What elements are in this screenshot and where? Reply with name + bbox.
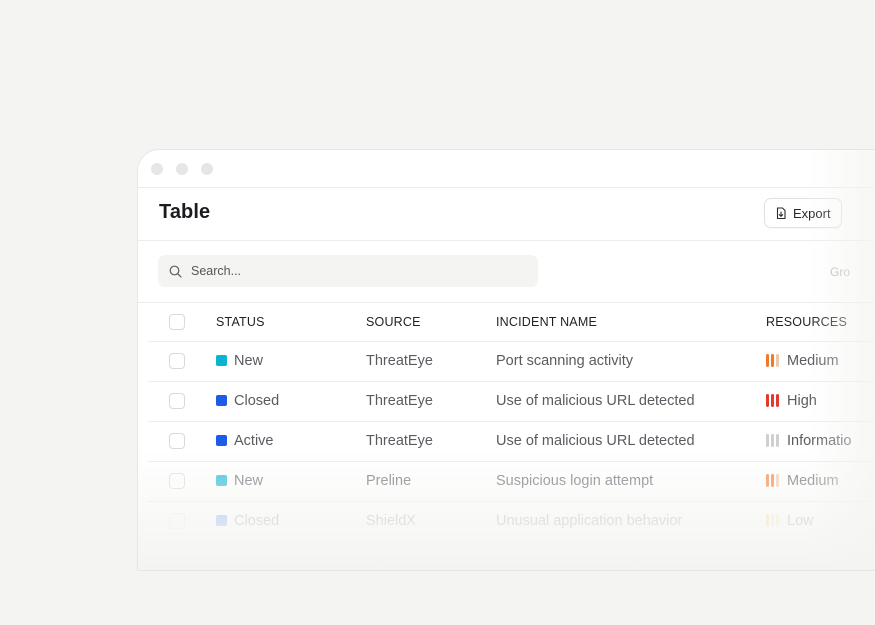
incident-name-cell: Use of malicious URL detected: [496, 393, 695, 409]
incident-name-cell: Suspicious login attempt: [496, 473, 654, 489]
column-header-source[interactable]: SOURCE: [366, 315, 421, 329]
status-indicator: [216, 395, 227, 406]
status-indicator: [216, 435, 227, 446]
incident-name-cell: Port scanning activity: [496, 353, 634, 369]
incident-name-cell: Unusual application behavior: [496, 513, 683, 529]
page-header: Table Export: [138, 188, 875, 241]
source-cell: Preline: [366, 473, 412, 489]
status-cell: New: [216, 353, 263, 369]
severity-bars-icon: [766, 434, 781, 451]
group-by-control[interactable]: Gro: [830, 265, 850, 279]
incident-name-cell: Use of malicious URL detected: [496, 433, 695, 449]
resources-cell: Medium: [766, 473, 839, 491]
export-button[interactable]: Export: [764, 198, 842, 228]
severity-label: High: [787, 393, 817, 409]
table-toolbar: Gro: [138, 241, 875, 303]
severity-label: Low: [787, 513, 814, 529]
table-header-row: STATUS SOURCE INCIDENT NAME RESOURCES: [148, 303, 875, 342]
status-indicator: [216, 475, 227, 486]
status-label: New: [234, 473, 264, 489]
column-header-incident-name[interactable]: INCIDENT NAME: [496, 315, 597, 329]
page-title: Table: [159, 201, 211, 223]
status-label: Active: [234, 433, 274, 449]
table-row[interactable]: Closed ShieldX Unusual application behav…: [148, 502, 875, 542]
table-row[interactable]: New ThreatEye Port scanning activity Med…: [148, 342, 875, 382]
row-checkbox[interactable]: [169, 513, 185, 529]
column-header-resources[interactable]: RESOURCES: [766, 315, 847, 329]
resources-cell: High: [766, 393, 817, 411]
source-cell: ThreatEye: [366, 393, 433, 409]
row-checkbox[interactable]: [169, 433, 185, 449]
status-cell: Active: [216, 433, 274, 449]
column-header-status[interactable]: STATUS: [216, 315, 265, 329]
table-row[interactable]: Closed ThreatEye Use of malicious URL de…: [148, 382, 875, 422]
export-label: Export: [793, 205, 831, 221]
status-label: Closed: [234, 513, 280, 529]
window-control-dot[interactable]: [201, 163, 213, 175]
app-window: Table Export Gro STATUS SOURCE INCIDENT …: [137, 149, 875, 571]
severity-label: Informatio: [787, 433, 852, 449]
severity-label: Medium: [787, 473, 839, 489]
resources-cell: Informatio: [766, 433, 851, 451]
severity-bars-icon: [766, 354, 781, 371]
status-label: New: [234, 353, 264, 369]
status-label: Closed: [234, 393, 280, 409]
severity-bars-icon: [766, 514, 781, 531]
status-cell: Closed: [216, 513, 279, 529]
search-box[interactable]: [158, 255, 538, 287]
resources-cell: Medium: [766, 353, 839, 371]
severity-label: Medium: [787, 353, 839, 369]
select-all-checkbox[interactable]: [169, 314, 185, 330]
row-checkbox[interactable]: [169, 393, 185, 409]
window-control-dot[interactable]: [151, 163, 163, 175]
source-cell: ThreatEye: [366, 353, 433, 369]
source-cell: ThreatEye: [366, 433, 433, 449]
source-cell: ShieldX: [366, 513, 416, 529]
table-row[interactable]: New Preline Suspicious login attempt Med…: [148, 462, 875, 502]
severity-bars-icon: [766, 394, 781, 411]
status-indicator: [216, 515, 227, 526]
search-icon: [169, 265, 182, 278]
row-checkbox[interactable]: [169, 473, 185, 489]
file-export-icon: [776, 206, 786, 219]
window-control-dot[interactable]: [176, 163, 188, 175]
status-indicator: [216, 355, 227, 366]
table-row[interactable]: Active ThreatEye Use of malicious URL de…: [148, 422, 875, 462]
resources-cell: Low: [766, 513, 814, 531]
severity-bars-icon: [766, 474, 781, 491]
search-input[interactable]: [191, 264, 491, 278]
status-cell: New: [216, 473, 263, 489]
status-cell: Closed: [216, 393, 279, 409]
row-checkbox[interactable]: [169, 353, 185, 369]
window-titlebar: [138, 150, 875, 188]
